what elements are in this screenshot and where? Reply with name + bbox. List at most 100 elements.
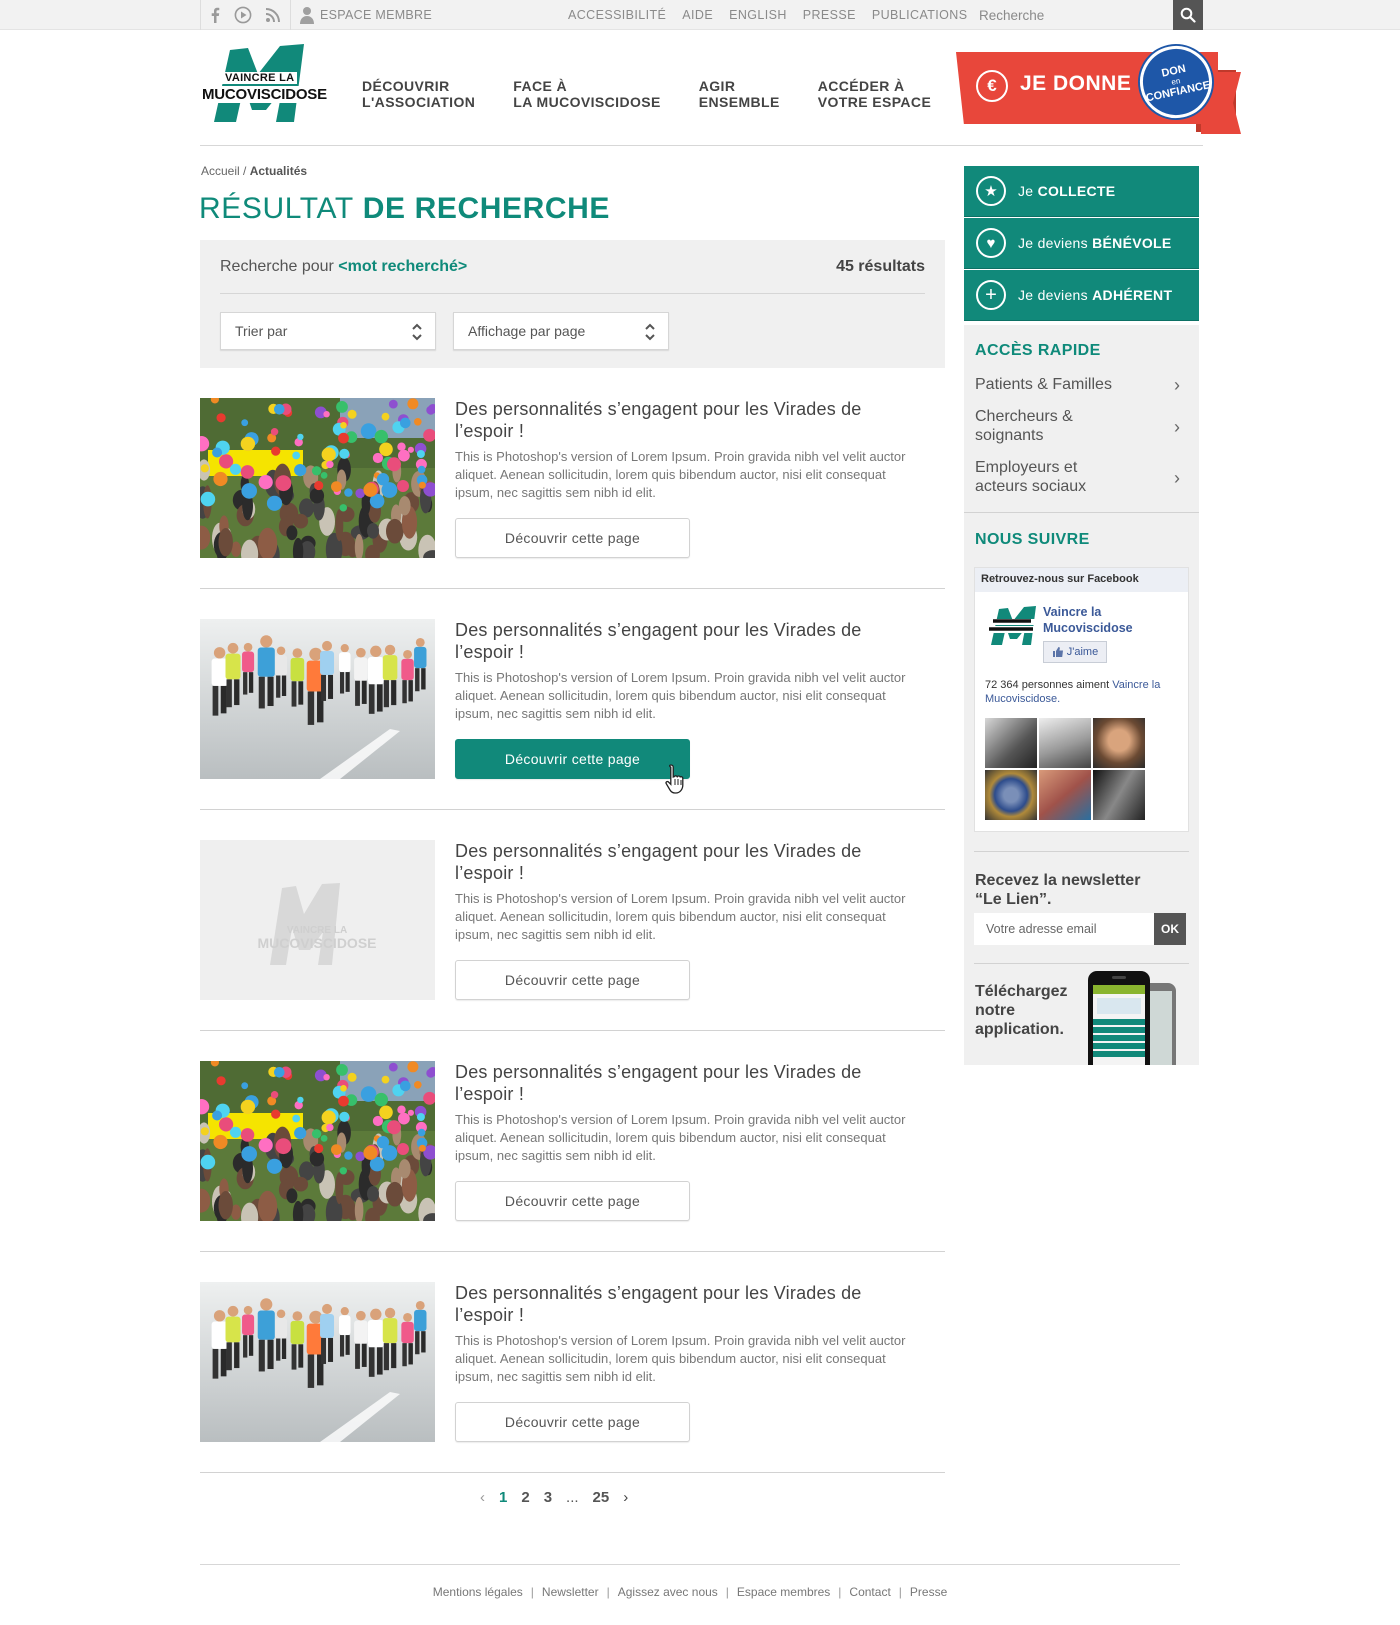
page-link[interactable]: 25 — [593, 1489, 610, 1506]
thumbs-up-icon — [1052, 647, 1063, 657]
nav-act[interactable]: AGIR ENSEMBLE — [699, 78, 780, 114]
search-button[interactable] — [1173, 0, 1203, 30]
user-icon — [300, 7, 314, 24]
next-page-icon[interactable]: › — [623, 1489, 628, 1506]
cta-bold: COLLECTE — [1037, 183, 1116, 199]
page-logo[interactable] — [985, 606, 1037, 646]
nav-label: AGIR — [698, 78, 736, 94]
press-link[interactable]: PRESSE — [803, 8, 856, 22]
plus-icon: + — [976, 280, 1006, 310]
fan-avatar[interactable] — [1039, 718, 1091, 768]
result-description: This is Photoshop's version of Lorem Ips… — [455, 449, 906, 500]
publications-link[interactable]: PUBLICATIONS — [872, 8, 968, 22]
svg-text:MUCOVISCIDOSE: MUCOVISCIDOSE — [257, 935, 376, 951]
search-input[interactable] — [963, 0, 1173, 30]
fan-avatar[interactable] — [1093, 770, 1145, 820]
help-link[interactable]: AIDE — [682, 8, 713, 22]
newsletter-email-input[interactable] — [974, 913, 1154, 945]
discover-page-button[interactable]: Découvrir cette page — [455, 518, 690, 558]
nav-space[interactable]: ACCÉDER À VOTRE ESPACE — [818, 78, 931, 114]
fan-avatar[interactable] — [1093, 718, 1145, 768]
nav-label: ACCÉDER À — [817, 78, 905, 94]
separator: | — [530, 1585, 534, 1599]
press-link[interactable]: Presse — [910, 1585, 947, 1599]
page-link[interactable]: 1 — [499, 1489, 507, 1506]
facebook-like-button[interactable]: J'aime — [1043, 641, 1107, 663]
utility-links: ACCESSIBILITÉ AIDE ENGLISH PRESSE PUBLIC… — [568, 0, 967, 30]
result-thumbnail[interactable] — [200, 1282, 435, 1442]
quick-link-label: Employeurs et — [975, 459, 1078, 476]
result-thumbnail[interactable] — [200, 1061, 435, 1221]
cta-label: Je COLLECTE — [1018, 183, 1115, 199]
separator: | — [898, 1585, 902, 1599]
facebook-icon[interactable] — [204, 5, 226, 25]
divider — [964, 512, 1199, 513]
discover-page-button[interactable]: Découvrir cette page — [455, 1402, 690, 1442]
collect-button[interactable]: ★ Je COLLECTE — [964, 166, 1199, 217]
balloons-photo — [200, 398, 435, 558]
divider — [974, 851, 1189, 852]
facebook-page-name[interactable]: Vaincre la Mucoviscidose — [1043, 604, 1133, 636]
title-part: DE RECHERCHE — [362, 192, 610, 225]
donate-button[interactable]: € JE DONNE DON en CONFIANCE — [956, 39, 1241, 136]
rss-icon[interactable] — [262, 5, 284, 25]
result-count: 45 résultats — [836, 258, 925, 275]
app-phone-image[interactable] — [1088, 971, 1180, 1065]
divider — [220, 293, 925, 294]
result-title[interactable]: Des personnalités s’engagent pour les Vi… — [455, 1282, 905, 1326]
breadcrumb-home[interactable]: Accueil — [201, 164, 240, 178]
result-title[interactable]: Des personnalités s’engagent pour les Vi… — [455, 398, 905, 442]
result-title[interactable]: Des personnalités s’engagent pour les Vi… — [455, 1061, 905, 1105]
balloons-photo — [200, 1061, 435, 1221]
member-button[interactable]: + Je deviens ADHÉRENT — [964, 270, 1199, 321]
facebook-widget-header: Retrouvez-nous sur Facebook — [975, 568, 1188, 592]
newsletter-title-text: Recevez la newsletter — [975, 872, 1141, 889]
app-download-text: Téléchargez notre application. — [975, 982, 1067, 1039]
result-thumbnail[interactable] — [200, 619, 435, 779]
chevron-right-icon: › — [1174, 375, 1180, 395]
app-text: application. — [975, 1021, 1064, 1038]
volunteer-button[interactable]: ♥ Je deviens BÉNÉVOLE — [964, 218, 1199, 269]
discover-page-button[interactable]: Découvrir cette page — [455, 739, 690, 779]
quick-link-employers[interactable]: Employeurs et acteurs sociaux › — [975, 458, 1180, 498]
result-title[interactable]: Des personnalités s’engagent pour les Vi… — [455, 840, 905, 884]
site-logo[interactable]: VAINCRE LA MUCOVISCIDOSE — [200, 44, 329, 124]
english-link[interactable]: ENGLISH — [729, 8, 787, 22]
nav-discover[interactable]: DÉCOUVRIR L'ASSOCIATION — [362, 78, 475, 114]
member-space-link[interactable]: ESPACE MEMBRE — [300, 0, 432, 30]
legal-link[interactable]: Mentions légales — [433, 1585, 523, 1599]
play-icon[interactable] — [232, 5, 254, 25]
newsletter-submit-button[interactable]: OK — [1154, 913, 1186, 945]
result-title[interactable]: Des personnalités s’engagent pour les Vi… — [455, 619, 905, 663]
contact-link[interactable]: Contact — [849, 1585, 890, 1599]
breadcrumb-current: Actualités — [249, 164, 308, 178]
fan-avatar[interactable] — [985, 770, 1037, 820]
divider — [290, 0, 291, 30]
previous-page-icon[interactable]: ‹ — [480, 1489, 485, 1506]
sidebar-panel: ACCÈS RAPIDE Patients & Familles › Cherc… — [964, 325, 1199, 1065]
accessibility-link[interactable]: ACCESSIBILITÉ — [568, 8, 666, 22]
app-text: notre — [975, 1002, 1015, 1019]
newsletter-link[interactable]: Newsletter — [542, 1585, 599, 1599]
nav-face[interactable]: FACE À LA MUCOVISCIDOSE — [513, 78, 660, 114]
result-thumbnail[interactable]: VAINCRE LA MUCOVISCIDOSE — [200, 840, 435, 1000]
discover-page-button[interactable]: Découvrir cette page — [455, 1181, 690, 1221]
per-page-select-label: Affichage par page — [468, 323, 586, 339]
act-link[interactable]: Agissez avec nous — [618, 1585, 718, 1599]
discover-page-button[interactable]: Découvrir cette page — [455, 960, 690, 1000]
result-thumbnail[interactable] — [200, 398, 435, 558]
quick-link-researchers[interactable]: Chercheurs & soignants › — [975, 407, 1180, 447]
heart-icon: ♥ — [976, 228, 1006, 258]
members-link[interactable]: Espace membres — [737, 1585, 830, 1599]
pagination: ‹ 1 2 3 ... 25 › — [480, 1487, 628, 1507]
page-link[interactable]: 2 — [521, 1489, 529, 1506]
sort-select[interactable]: Trier par — [220, 312, 436, 350]
title-part: RÉSULTAT — [199, 192, 354, 225]
quick-link-patients[interactable]: Patients & Familles › — [975, 375, 1180, 395]
chevron-right-icon: › — [1174, 468, 1180, 488]
fan-avatar[interactable] — [1039, 770, 1091, 820]
like-label: J'aime — [1066, 646, 1099, 658]
per-page-select[interactable]: Affichage par page — [453, 312, 669, 350]
page-link[interactable]: 3 — [544, 1489, 552, 1506]
fan-avatar[interactable] — [985, 718, 1037, 768]
